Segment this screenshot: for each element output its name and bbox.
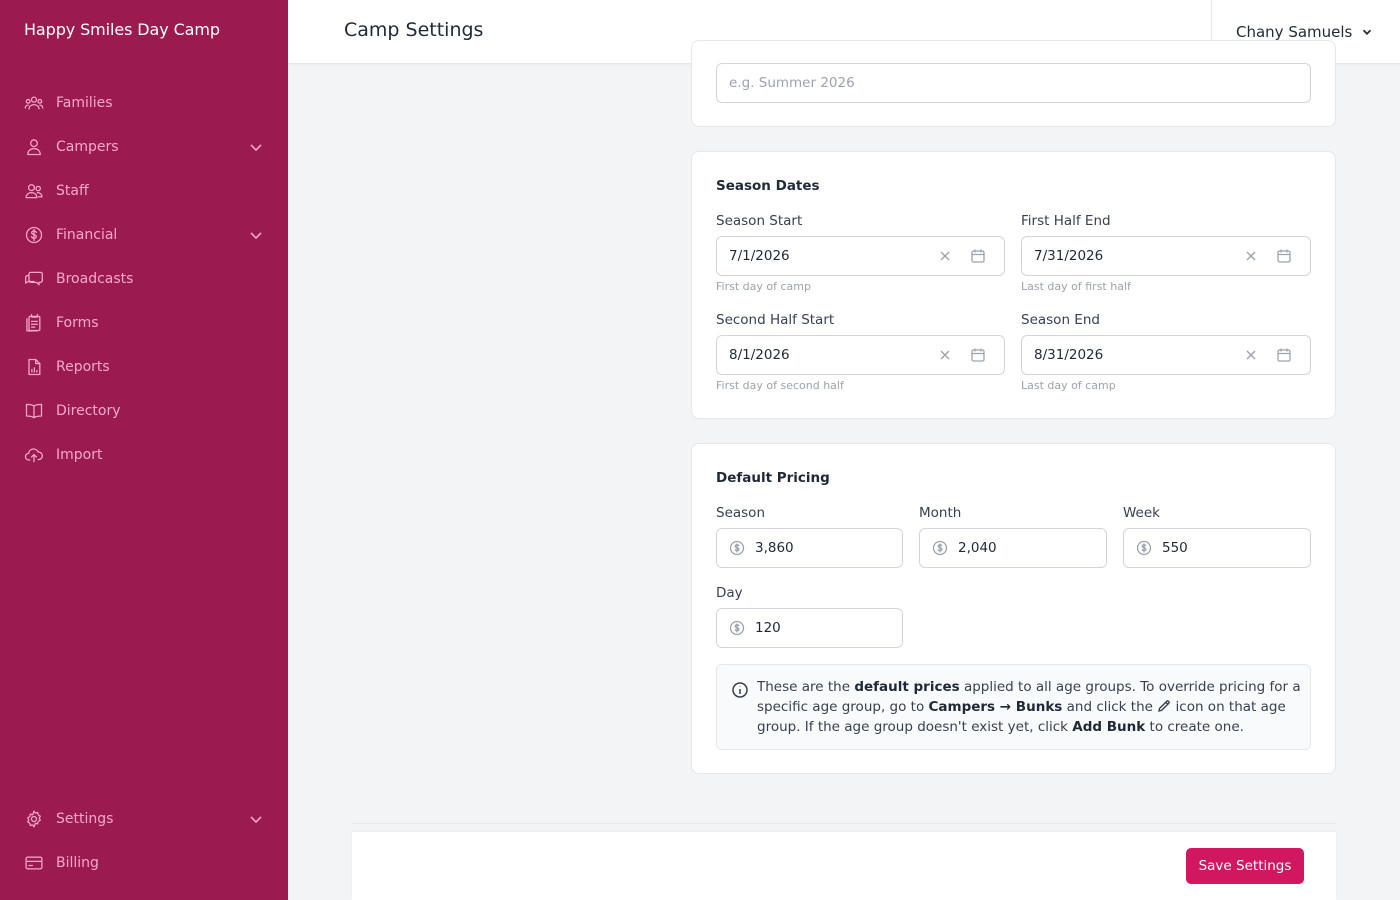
- clear-icon[interactable]: [1244, 348, 1258, 362]
- calendar-icon[interactable]: [970, 347, 986, 363]
- info-icon: [731, 681, 749, 699]
- season-end-date-input[interactable]: 8/31/2026: [1021, 335, 1311, 375]
- second-half-start-hint: First day of second half: [716, 379, 844, 392]
- sidebar-item-label: Forms: [56, 315, 99, 331]
- forms-icon: [24, 313, 44, 333]
- season-price-input[interactable]: 3,860: [716, 528, 903, 568]
- sidebar-item-label: Directory: [56, 403, 121, 419]
- sidebar-item-import[interactable]: Import: [0, 435, 288, 475]
- page-title: Camp Settings: [344, 19, 484, 41]
- book-icon: [24, 401, 44, 421]
- season-start-date-input[interactable]: 7/1/2026: [716, 236, 1005, 276]
- sidebar-item-broadcasts[interactable]: Broadcasts: [0, 259, 288, 299]
- sidebar-item-families[interactable]: Families: [0, 83, 288, 123]
- sidebar-item-label: Staff: [56, 183, 89, 199]
- sidebar-item-staff[interactable]: Staff: [0, 171, 288, 211]
- chat-icon: [24, 269, 44, 289]
- season-price-label: Season: [716, 505, 765, 521]
- staff-icon: [24, 181, 44, 201]
- save-settings-button[interactable]: Save Settings: [1186, 848, 1304, 884]
- default-pricing-card: Default Pricing Season 3,860 Month 2,040…: [691, 443, 1336, 774]
- sidebar-item-financial[interactable]: Financial: [0, 215, 288, 255]
- sidebar-item-label: Billing: [56, 855, 99, 871]
- sidebar-item-label: Broadcasts: [56, 271, 134, 287]
- user-name: Chany Samuels: [1236, 22, 1353, 41]
- credit-card-icon: [24, 853, 44, 873]
- sidebar-item-billing[interactable]: Billing: [0, 843, 288, 883]
- first-half-end-label: First Half End: [1021, 213, 1111, 229]
- user-icon: [24, 137, 44, 157]
- season-end-hint: Last day of camp: [1021, 379, 1116, 392]
- dollar-circle-icon: [729, 540, 745, 556]
- footer-divider: [352, 823, 1336, 824]
- sidebar-item-campers[interactable]: Campers: [0, 127, 288, 167]
- section-title: Season Dates: [716, 178, 820, 194]
- save-bar: Save Settings: [352, 832, 1336, 900]
- second-half-start-date-input[interactable]: 8/1/2026: [716, 335, 1005, 375]
- chevron-down-icon[interactable]: [248, 227, 264, 243]
- section-title: Default Pricing: [716, 470, 830, 486]
- sidebar-item-label: Import: [56, 447, 103, 463]
- clear-icon[interactable]: [938, 348, 952, 362]
- day-price-input[interactable]: 120: [716, 608, 903, 648]
- dollar-circle-icon: [1136, 540, 1152, 556]
- week-price-label: Week: [1123, 505, 1160, 521]
- gear-icon: [24, 809, 44, 829]
- clear-icon[interactable]: [938, 249, 952, 263]
- report-icon: [24, 357, 44, 377]
- first-half-end-hint: Last day of first half: [1021, 280, 1131, 293]
- sidebar-item-label: Settings: [56, 811, 114, 827]
- calendar-icon[interactable]: [1276, 248, 1292, 264]
- season-name-card: e.g. Summer 2026: [691, 40, 1336, 127]
- season-start-hint: First day of camp: [716, 280, 811, 293]
- campers-bunks-link: Campers → Bunks: [928, 699, 1063, 715]
- dollar-circle-icon: [932, 540, 948, 556]
- calendar-icon[interactable]: [970, 248, 986, 264]
- dollar-circle-icon: [24, 225, 44, 245]
- sidebar-item-directory[interactable]: Directory: [0, 391, 288, 431]
- clear-icon[interactable]: [1244, 249, 1258, 263]
- sidebar: Happy Smiles Day Camp Families Campers S…: [0, 0, 288, 900]
- season-start-label: Season Start: [716, 213, 803, 229]
- sidebar-item-label: Families: [56, 95, 113, 111]
- pricing-info-box: These are the default prices applied to …: [716, 664, 1311, 750]
- chevron-down-icon: [1363, 29, 1372, 35]
- first-half-end-date-input[interactable]: 7/31/2026: [1021, 236, 1311, 276]
- day-price-label: Day: [716, 585, 743, 601]
- chevron-down-icon[interactable]: [248, 139, 264, 155]
- sidebar-item-label: Reports: [56, 359, 110, 375]
- brand-name[interactable]: Happy Smiles Day Camp: [24, 20, 220, 39]
- calendar-icon[interactable]: [1276, 347, 1292, 363]
- season-dates-card: Season Dates Season Start 7/1/2026 First…: [691, 151, 1336, 419]
- week-price-input[interactable]: 550: [1123, 528, 1311, 568]
- dollar-circle-icon: [729, 620, 745, 636]
- season-name-input[interactable]: e.g. Summer 2026: [716, 63, 1311, 103]
- sidebar-item-forms[interactable]: Forms: [0, 303, 288, 343]
- sidebar-item-label: Financial: [56, 227, 118, 243]
- month-price-input[interactable]: 2,040: [919, 528, 1107, 568]
- sidebar-item-reports[interactable]: Reports: [0, 347, 288, 387]
- sidebar-item-settings[interactable]: Settings: [0, 799, 288, 839]
- pencil-icon: [1157, 699, 1171, 713]
- chevron-down-icon[interactable]: [248, 811, 264, 827]
- sidebar-item-label: Campers: [56, 139, 119, 155]
- users-icon: [24, 93, 44, 113]
- season-end-label: Season End: [1021, 312, 1100, 328]
- second-half-start-label: Second Half Start: [716, 312, 835, 328]
- cloud-upload-icon: [24, 445, 44, 465]
- month-price-label: Month: [919, 505, 962, 521]
- pricing-info-text: These are the default prices applied to …: [757, 679, 1301, 735]
